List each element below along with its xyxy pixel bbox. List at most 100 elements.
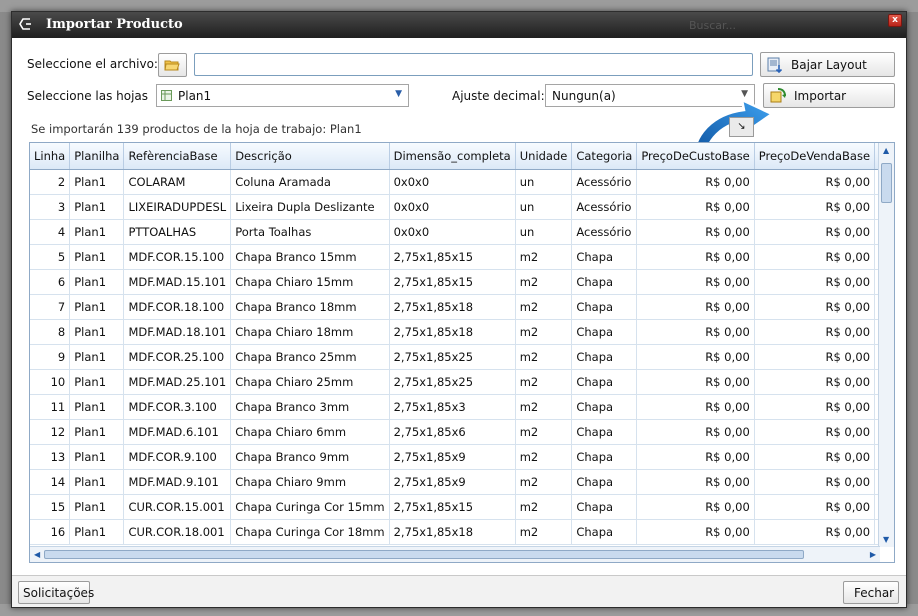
- column-header[interactable]: RefèrenciaBase: [123, 143, 232, 170]
- options-button[interactable]: ↘: [729, 117, 754, 137]
- table-cell: R$ 0,00: [754, 469, 876, 495]
- table-cell: LIXEIRADUPDESL: [123, 194, 232, 220]
- table-cell: 0x0x0: [389, 169, 516, 195]
- dialog-footer: Solicitações Fechar: [12, 575, 906, 607]
- table-cell: PTTOALHAS: [123, 219, 232, 245]
- table-row[interactable]: 13 Plan1 MDF.COR.9.100 Chapa Branco 9mm 2,75…: [30, 444, 894, 470]
- requests-button[interactable]: Solicitações: [18, 581, 94, 604]
- table-cell: Chapa: [571, 244, 638, 270]
- table-cell: R$ 0,00: [636, 444, 755, 470]
- table-cell: MDF.COR.3.100: [123, 394, 232, 420]
- scroll-left-icon[interactable]: ◀: [34, 550, 40, 559]
- column-header[interactable]: Descrição: [230, 143, 390, 170]
- column-header[interactable]: Dimensão_completa: [389, 143, 516, 170]
- table-row[interactable]: 15 Plan1 CUR.COR.15.001 Chapa Curinga Cor 1…: [30, 494, 894, 520]
- table-row[interactable]: 16 Plan1 CUR.COR.18.001 Chapa Curinga Cor 1…: [30, 519, 894, 545]
- products-grid: Linha Planilha RefèrenciaBase Descrição Dime…: [29, 142, 895, 563]
- download-layout-icon: [767, 57, 783, 73]
- table-cell: R$ 0,00: [636, 219, 755, 245]
- table-cell: m2: [515, 344, 573, 370]
- table-row[interactable]: 4 Plan1 PTTOALHAS Porta Toalhas 0x0x0 un Acess…: [30, 219, 894, 245]
- table-cell: R$ 0,00: [754, 494, 876, 520]
- horizontal-scroll-thumb[interactable]: [44, 550, 804, 559]
- table-cell: R$ 0,00: [754, 519, 876, 545]
- table-cell: Chapa: [571, 344, 638, 370]
- table-cell: m2: [515, 469, 573, 495]
- table-row[interactable]: 12 Plan1 MDF.MAD.6.101 Chapa Chiaro 6mm 2,75…: [30, 419, 894, 445]
- table-cell: 7: [30, 294, 71, 320]
- table-cell: Plan1: [69, 169, 125, 195]
- table-cell: m2: [515, 369, 573, 395]
- scroll-right-icon[interactable]: ▶: [870, 550, 876, 559]
- table-row[interactable]: 6 Plan1 MDF.MAD.15.101 Chapa Chiaro 15mm 2,7…: [30, 269, 894, 295]
- horizontal-scrollbar[interactable]: ◀ ▶: [30, 546, 880, 562]
- table-cell: R$ 0,00: [636, 194, 755, 220]
- table-cell: Plan1: [69, 494, 125, 520]
- table-row[interactable]: 5 Plan1 MDF.COR.15.100 Chapa Branco 15mm 2,7…: [30, 244, 894, 270]
- table-row[interactable]: 10 Plan1 MDF.MAD.25.101 Chapa Chiaro 25mm 2,…: [30, 369, 894, 395]
- table-cell: 2,75x1,85x9: [389, 444, 516, 470]
- table-cell: Acessório: [571, 169, 638, 195]
- table-row[interactable]: 7 Plan1 MDF.COR.18.100 Chapa Branco 18mm 2,7…: [30, 294, 894, 320]
- table-cell: Plan1: [69, 294, 125, 320]
- table-cell: Chapa Branco 25mm: [230, 344, 390, 370]
- download-layout-button[interactable]: Bajar Layout: [760, 52, 895, 77]
- vertical-scroll-thumb[interactable]: [881, 163, 892, 203]
- table-row[interactable]: 9 Plan1 MDF.COR.25.100 Chapa Branco 25mm 2,7…: [30, 344, 894, 370]
- table-cell: Plan1: [69, 419, 125, 445]
- file-path-input[interactable]: [194, 53, 753, 76]
- download-layout-label: Bajar Layout: [791, 57, 867, 72]
- decimal-select-value: Nungun(a): [552, 88, 616, 103]
- column-header[interactable]: PreçoDeCustoBase: [636, 143, 755, 170]
- column-header[interactable]: Planilha: [69, 143, 125, 170]
- column-header[interactable]: Categoria: [571, 143, 638, 170]
- table-cell: 8: [30, 319, 71, 345]
- table-row[interactable]: 8 Plan1 MDF.MAD.18.101 Chapa Chiaro 18mm 2,7…: [30, 319, 894, 345]
- table-cell: Plan1: [69, 394, 125, 420]
- column-header[interactable]: Linha: [30, 143, 71, 170]
- browse-file-button[interactable]: [158, 53, 187, 77]
- table-cell: CUR.COR.18.001: [123, 519, 232, 545]
- table-cell: MDF.COR.25.100: [123, 344, 232, 370]
- table-cell: Chapa: [571, 269, 638, 295]
- table-cell: 9: [30, 344, 71, 370]
- table-cell: m2: [515, 394, 573, 420]
- vertical-scrollbar[interactable]: ▲ ▼: [878, 143, 894, 547]
- table-cell: Chapa: [571, 444, 638, 470]
- close-button[interactable]: x: [888, 14, 902, 27]
- table-cell: 6: [30, 269, 71, 295]
- table-cell: Acessório: [571, 219, 638, 245]
- scroll-up-icon[interactable]: ▲: [883, 146, 889, 155]
- table-cell: Chapa Chiaro 18mm: [230, 319, 390, 345]
- table-cell: MDF.MAD.15.101: [123, 269, 232, 295]
- table-cell: CUR.COR.15.001: [123, 494, 232, 520]
- table-cell: Lixeira Dupla Deslizante: [230, 194, 390, 220]
- table-row[interactable]: 14 Plan1 MDF.MAD.9.101 Chapa Chiaro 9mm 2,75…: [30, 469, 894, 495]
- column-header[interactable]: PreçoDeVendaBase: [754, 143, 876, 170]
- back-arrow-icon[interactable]: [18, 16, 32, 32]
- table-row[interactable]: 3 Plan1 LIXEIRADUPDESL Lixeira Dupla Desliz…: [30, 194, 894, 220]
- table-cell: Plan1: [69, 269, 125, 295]
- import-product-dialog: Importar Producto Buscar... x Seleccione…: [11, 11, 907, 608]
- table-cell: Chapa Branco 18mm: [230, 294, 390, 320]
- scroll-down-icon[interactable]: ▼: [883, 535, 889, 544]
- table-cell: un: [515, 219, 573, 245]
- close-dialog-button[interactable]: Fechar: [843, 581, 899, 604]
- table-cell: Chapa Branco 15mm: [230, 244, 390, 270]
- table-cell: Chapa: [571, 494, 638, 520]
- table-row[interactable]: 11 Plan1 MDF.COR.3.100 Chapa Branco 3mm 2,75…: [30, 394, 894, 420]
- table-cell: MDF.MAD.9.101: [123, 469, 232, 495]
- table-cell: 12: [30, 419, 71, 445]
- column-header[interactable]: Unidade: [515, 143, 573, 170]
- table-cell: m2: [515, 519, 573, 545]
- table-cell: m2: [515, 419, 573, 445]
- table-cell: R$ 0,00: [636, 294, 755, 320]
- table-cell: Chapa: [571, 369, 638, 395]
- sheet-select[interactable]: Plan1 ▼: [156, 84, 409, 107]
- table-cell: R$ 0,00: [636, 394, 755, 420]
- table-row[interactable]: 2 Plan1 COLARAM Coluna Aramada 0x0x0 un Acessó…: [30, 169, 894, 195]
- table-cell: 2,75x1,85x15: [389, 494, 516, 520]
- table-cell: 10: [30, 369, 71, 395]
- table-cell: Acessório: [571, 194, 638, 220]
- table-cell: un: [515, 169, 573, 195]
